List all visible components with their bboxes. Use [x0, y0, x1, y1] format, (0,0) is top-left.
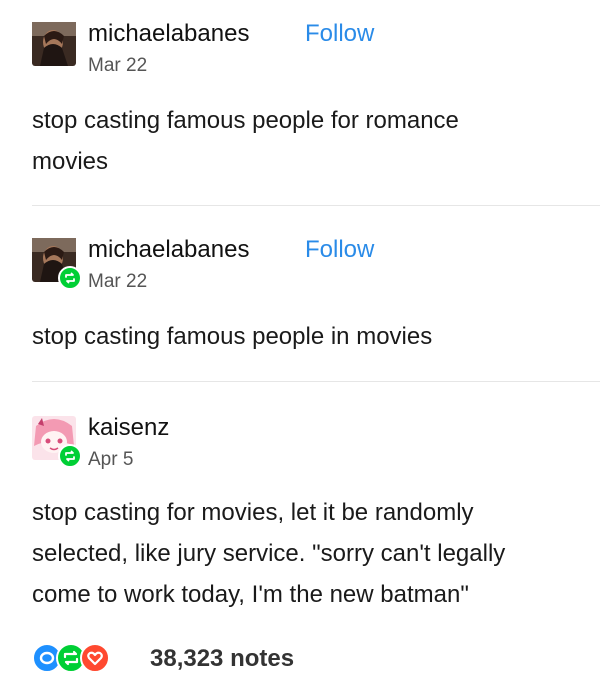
username[interactable]: kaisenz — [88, 414, 169, 442]
post-date[interactable]: Mar 22 — [88, 271, 147, 293]
username[interactable]: michaelabanes — [88, 236, 249, 264]
notes-count[interactable]: 38,323 notes — [150, 645, 294, 673]
follow-button[interactable]: Follow — [305, 20, 374, 48]
post-body: stop casting for movies, let it be rando… — [32, 492, 572, 615]
post-body: stop casting famous people for romance m… — [32, 100, 572, 182]
reblog-badge-icon — [58, 444, 82, 468]
avatar[interactable] — [32, 416, 82, 468]
like-icon[interactable] — [80, 643, 110, 673]
post-date[interactable]: Mar 22 — [88, 55, 147, 77]
avatar[interactable] — [32, 238, 82, 290]
divider — [32, 381, 600, 382]
post-text-line: selected, like jury service. "sorry can'… — [32, 540, 506, 567]
post-text-line: stop casting famous people in movies — [32, 323, 433, 350]
post-text-line: stop casting for movies, let it be rando… — [32, 499, 474, 526]
post-body: stop casting famous people in movies — [32, 316, 572, 357]
post-text-line: movies — [32, 148, 109, 175]
post-text-line: stop casting famous people for romance — [32, 107, 459, 134]
avatar-image — [32, 22, 76, 66]
follow-button[interactable]: Follow — [305, 236, 374, 264]
avatar[interactable] — [32, 22, 76, 66]
post-text-line: come to work today, I'm the new batman" — [32, 581, 469, 608]
reblog-badge-icon — [58, 266, 82, 290]
divider — [32, 205, 600, 206]
post-date[interactable]: Apr 5 — [88, 449, 133, 471]
username[interactable]: michaelabanes — [88, 20, 249, 48]
